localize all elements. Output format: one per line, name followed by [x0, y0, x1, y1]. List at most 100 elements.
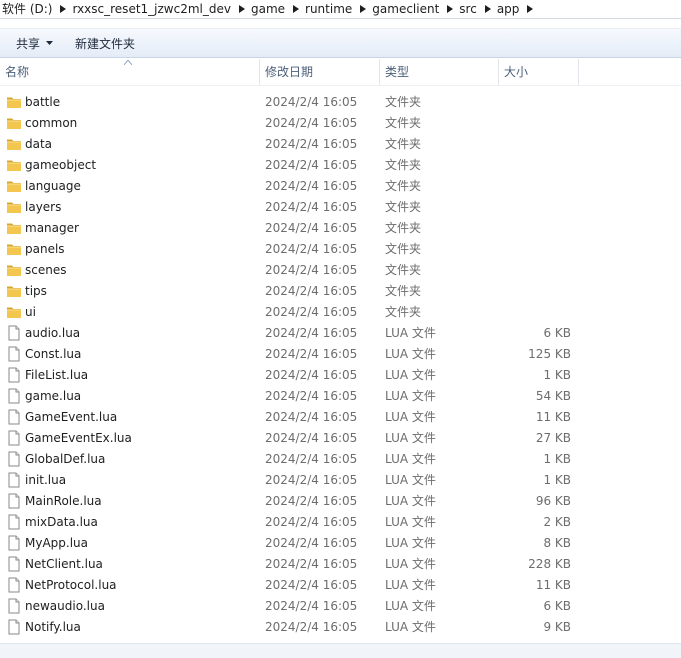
list-item[interactable]: battle2024/2/4 16:05文件夹: [0, 92, 681, 113]
file-name: language: [25, 176, 81, 197]
file-type: 文件夹: [385, 239, 421, 260]
folder-icon: [6, 178, 22, 194]
file-type: LUA 文件: [385, 512, 436, 533]
column-header-type[interactable]: 类型: [380, 59, 499, 85]
new-folder-button[interactable]: 新建文件夹: [63, 30, 145, 56]
folder-icon: [6, 304, 22, 320]
list-item[interactable]: manager2024/2/4 16:05文件夹: [0, 218, 681, 239]
list-item[interactable]: ui2024/2/4 16:05文件夹: [0, 302, 681, 323]
share-button[interactable]: 共享: [0, 30, 63, 56]
file-type: LUA 文件: [385, 386, 436, 407]
chevron-right-icon[interactable]: [289, 1, 303, 17]
folder-icon: [6, 136, 22, 152]
file-type: 文件夹: [385, 134, 421, 155]
list-item[interactable]: MainRole.lua2024/2/4 16:05LUA 文件96 KB: [0, 491, 681, 512]
chevron-right-icon[interactable]: [481, 1, 495, 17]
file-date: 2024/2/4 16:05: [265, 281, 357, 302]
file-icon: [6, 556, 22, 572]
file-type: LUA 文件: [385, 596, 436, 617]
file-size: 27 KB: [536, 428, 571, 449]
list-item[interactable]: common2024/2/4 16:05文件夹: [0, 113, 681, 134]
file-name: layers: [25, 197, 61, 218]
dropdown-arrow-icon: [46, 41, 53, 45]
file-date: 2024/2/4 16:05: [265, 260, 357, 281]
file-date: 2024/2/4 16:05: [265, 92, 357, 113]
file-size: 228 KB: [528, 554, 571, 575]
list-item[interactable]: GameEventEx.lua2024/2/4 16:05LUA 文件27 KB: [0, 428, 681, 449]
file-date: 2024/2/4 16:05: [265, 428, 357, 449]
chevron-right-icon[interactable]: [235, 1, 249, 17]
file-icon: [6, 388, 22, 404]
list-item[interactable]: MyApp.lua2024/2/4 16:05LUA 文件8 KB: [0, 533, 681, 554]
file-type: LUA 文件: [385, 344, 436, 365]
list-item[interactable]: game.lua2024/2/4 16:05LUA 文件54 KB: [0, 386, 681, 407]
list-item[interactable]: Const.lua2024/2/4 16:05LUA 文件125 KB: [0, 344, 681, 365]
file-type: 文件夹: [385, 155, 421, 176]
list-item[interactable]: mixData.lua2024/2/4 16:05LUA 文件2 KB: [0, 512, 681, 533]
breadcrumb-src[interactable]: src: [457, 1, 481, 17]
column-header-name[interactable]: 名称: [0, 59, 260, 85]
breadcrumb-game[interactable]: game: [249, 1, 289, 17]
breadcrumb-drive[interactable]: 软件 (D:): [0, 1, 56, 17]
list-item[interactable]: FileList.lua2024/2/4 16:05LUA 文件1 KB: [0, 365, 681, 386]
file-date: 2024/2/4 16:05: [265, 197, 357, 218]
list-item[interactable]: layers2024/2/4 16:05文件夹: [0, 197, 681, 218]
file-icon: [6, 493, 22, 509]
file-name: GlobalDef.lua: [25, 449, 105, 470]
folder-icon: [6, 94, 22, 110]
column-header-date[interactable]: 修改日期: [260, 59, 380, 85]
breadcrumb-runtime[interactable]: runtime: [303, 1, 356, 17]
file-type: 文件夹: [385, 302, 421, 323]
list-item[interactable]: init.lua2024/2/4 16:05LUA 文件1 KB: [0, 470, 681, 491]
list-item[interactable]: GameEvent.lua2024/2/4 16:05LUA 文件11 KB: [0, 407, 681, 428]
list-item[interactable]: audio.lua2024/2/4 16:05LUA 文件6 KB: [0, 323, 681, 344]
file-size: 9 KB: [543, 617, 571, 638]
file-type: 文件夹: [385, 281, 421, 302]
file-date: 2024/2/4 16:05: [265, 386, 357, 407]
file-date: 2024/2/4 16:05: [265, 218, 357, 239]
file-name: gameobject: [25, 155, 96, 176]
file-type: 文件夹: [385, 218, 421, 239]
file-type: LUA 文件: [385, 617, 436, 638]
share-label: 共享: [16, 35, 40, 52]
file-date: 2024/2/4 16:05: [265, 365, 357, 386]
file-name: mixData.lua: [25, 512, 98, 533]
column-header-size[interactable]: 大小: [499, 59, 579, 85]
list-item[interactable]: language2024/2/4 16:05文件夹: [0, 176, 681, 197]
file-size: 1 KB: [543, 470, 571, 491]
list-item[interactable]: NetProtocol.lua2024/2/4 16:05LUA 文件11 KB: [0, 575, 681, 596]
folder-icon: [6, 220, 22, 236]
list-item[interactable]: tips2024/2/4 16:05文件夹: [0, 281, 681, 302]
file-type: LUA 文件: [385, 533, 436, 554]
file-name: common: [25, 113, 77, 134]
file-date: 2024/2/4 16:05: [265, 407, 357, 428]
file-date: 2024/2/4 16:05: [265, 596, 357, 617]
file-name: MyApp.lua: [25, 533, 88, 554]
list-item[interactable]: NetClient.lua2024/2/4 16:05LUA 文件228 KB: [0, 554, 681, 575]
chevron-right-icon[interactable]: [356, 1, 370, 17]
list-item[interactable]: gameobject2024/2/4 16:05文件夹: [0, 155, 681, 176]
folder-icon: [6, 262, 22, 278]
file-size: 1 KB: [543, 449, 571, 470]
list-item[interactable]: data2024/2/4 16:05文件夹: [0, 134, 681, 155]
list-item[interactable]: Notify.lua2024/2/4 16:05LUA 文件9 KB: [0, 617, 681, 638]
file-icon: [6, 409, 22, 425]
file-type: 文件夹: [385, 92, 421, 113]
breadcrumb-gameclient[interactable]: gameclient: [370, 1, 443, 17]
folder-icon: [6, 241, 22, 257]
list-item[interactable]: scenes2024/2/4 16:05文件夹: [0, 260, 681, 281]
list-item[interactable]: panels2024/2/4 16:05文件夹: [0, 239, 681, 260]
address-bar[interactable]: 软件 (D:) rxxsc_reset1_jzwc2ml_dev game ru…: [0, 0, 681, 19]
file-name: audio.lua: [25, 323, 80, 344]
chevron-right-icon[interactable]: [443, 1, 457, 17]
file-size: 11 KB: [536, 407, 571, 428]
file-name: GameEvent.lua: [25, 407, 117, 428]
chevron-right-icon[interactable]: [523, 1, 537, 17]
file-size: 1 KB: [543, 365, 571, 386]
breadcrumb-app[interactable]: app: [495, 1, 524, 17]
chevron-right-icon[interactable]: [56, 1, 70, 17]
list-item[interactable]: newaudio.lua2024/2/4 16:05LUA 文件6 KB: [0, 596, 681, 617]
file-name: Notify.lua: [25, 617, 81, 638]
breadcrumb-project[interactable]: rxxsc_reset1_jzwc2ml_dev: [70, 1, 235, 17]
list-item[interactable]: GlobalDef.lua2024/2/4 16:05LUA 文件1 KB: [0, 449, 681, 470]
